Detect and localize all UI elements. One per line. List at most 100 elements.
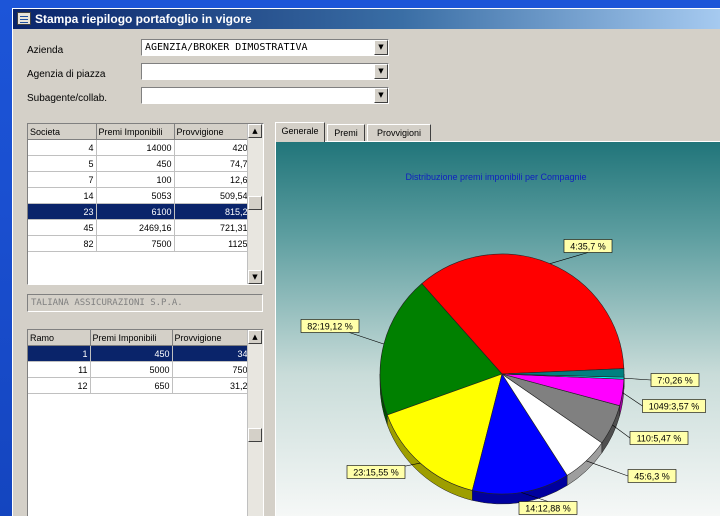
col-provvigione[interactable]: Provvigione — [174, 124, 251, 140]
table-row[interactable]: 23 6100 815,2 — [28, 203, 251, 220]
table-cell[interactable]: 12,6 — [174, 171, 251, 188]
agenzia-combo[interactable]: ▼ — [141, 63, 389, 80]
table-cell[interactable]: 14000 — [96, 139, 175, 156]
branches-scrollbar[interactable]: ▲ — [247, 330, 263, 516]
pie-label: 110:5,47 % — [629, 431, 689, 445]
table-cell[interactable]: 31,2 — [172, 377, 251, 394]
table-cell[interactable]: 7500 — [96, 235, 175, 252]
table-cell[interactable]: 34 — [172, 345, 251, 362]
scroll-down-icon[interactable]: ▼ — [248, 270, 262, 284]
scroll-up-icon[interactable]: ▲ — [248, 124, 262, 138]
scroll-thumb[interactable] — [248, 428, 262, 442]
table-cell[interactable]: 4 — [28, 139, 97, 156]
pie-label-text: 82:19,12 % — [307, 322, 353, 332]
table-cell[interactable]: 11 — [28, 361, 91, 378]
selected-company-name: TALIANA ASSICURAZIONI S.P.A. — [27, 294, 263, 312]
table-row[interactable]: 12 650 31,2 — [28, 377, 251, 394]
scroll-up-icon[interactable]: ▲ — [248, 330, 262, 344]
branches-header-row: Ramo Premi Imponibili Provvigione — [28, 330, 251, 346]
table-cell[interactable]: 1125 — [174, 235, 251, 252]
pie-label: 1049:3,57 % — [642, 399, 706, 413]
table-cell[interactable]: 82 — [28, 235, 97, 252]
tab-premi[interactable]: Premi — [327, 124, 365, 141]
branches-grid[interactable]: Ramo Premi Imponibili Provvigione 1 450 34… — [27, 329, 264, 516]
table-cell[interactable]: 450 — [90, 345, 173, 362]
table-cell[interactable]: 650 — [90, 377, 173, 394]
tab-generale[interactable]: Generale — [275, 122, 325, 142]
col-provvigione-ramo[interactable]: Provvigione — [172, 330, 251, 346]
subagente-combo[interactable]: ▼ — [141, 87, 389, 104]
pie-label-text: 14:12,88 % — [525, 504, 571, 514]
table-cell[interactable]: 420 — [174, 139, 251, 156]
table-cell[interactable]: 23 — [28, 203, 97, 220]
leader-line — [623, 377, 652, 381]
scroll-thumb[interactable] — [248, 196, 262, 210]
azienda-value: AGENZIA/BROKER DIMOSTRATIVA — [145, 42, 308, 53]
pie-label-text: 23:15,55 % — [353, 468, 399, 478]
pie-label-text: 110:5,47 % — [637, 434, 682, 444]
table-row[interactable]: 4 14000 420 — [28, 139, 251, 156]
azienda-dropdown-icon[interactable]: ▼ — [374, 40, 388, 55]
table-cell[interactable]: 7 — [28, 171, 97, 188]
pie-chart: Distribuzione premi imponibili per Compa… — [300, 172, 706, 515]
pie-label-text: 4:35,7 % — [570, 242, 606, 252]
table-row[interactable]: 14 5053 509,54 — [28, 187, 251, 204]
branches-table: Ramo Premi Imponibili Provvigione 1 450 34… — [28, 330, 251, 394]
leader-line — [549, 252, 589, 264]
table-row[interactable]: 11 5000 750 — [28, 361, 251, 378]
table-cell[interactable]: 5 — [28, 155, 97, 172]
table-cell[interactable]: 14 — [28, 187, 97, 204]
title-bar[interactable]: Stampa riepilogo portafoglio in vigore — [13, 9, 720, 29]
col-premi-imponibili[interactable]: Premi Imponibili — [96, 124, 175, 140]
table-cell[interactable]: 74,7 — [174, 155, 251, 172]
table-cell[interactable]: 6100 — [96, 203, 175, 220]
agenzia-dropdown-icon[interactable]: ▼ — [374, 64, 388, 79]
companies-grid[interactable]: Societa Premi Imponibili Provvigione 4 14… — [27, 123, 264, 285]
table-cell[interactable]: 45 — [28, 219, 97, 236]
companies-scrollbar[interactable]: ▲ ▼ — [247, 124, 263, 284]
main-window: Stampa riepilogo portafoglio in vigore A… — [12, 8, 720, 516]
azienda-combo[interactable]: AGENZIA/BROKER DIMOSTRATIVA ▼ — [141, 39, 389, 56]
pie-label: 4:35,7 % — [563, 239, 613, 253]
col-premi-imponibili-ramo[interactable]: Premi Imponibili — [90, 330, 173, 346]
table-cell[interactable]: 815,2 — [174, 203, 251, 220]
table-row[interactable]: 5 450 74,7 — [28, 155, 251, 172]
chart-panel: Distribuzione premi imponibili per Compa… — [275, 141, 720, 516]
table-cell[interactable]: 2469,16 — [96, 219, 175, 236]
table-cell[interactable]: 5000 — [90, 361, 173, 378]
pie-label: 14:12,88 % — [518, 501, 578, 515]
subagente-dropdown-icon[interactable]: ▼ — [374, 88, 388, 103]
table-cell[interactable]: 509,54 — [174, 187, 251, 204]
table-row[interactable]: 1 450 34 — [28, 345, 251, 362]
agenzia-label: Agenzia di piazza — [27, 69, 106, 80]
pie-label-text: 45:6,3 % — [634, 472, 670, 482]
tab-provvigioni[interactable]: Provvigioni — [367, 124, 431, 141]
companies-table: Societa Premi Imponibili Provvigione 4 14… — [28, 124, 251, 252]
pie-label: 23:15,55 % — [346, 465, 406, 479]
pie-label: 82:19,12 % — [300, 319, 360, 333]
pie-label-text: 1049:3,57 % — [649, 402, 700, 412]
table-cell[interactable]: 100 — [96, 171, 175, 188]
table-cell[interactable]: 5053 — [96, 187, 175, 204]
table-cell[interactable]: 12 — [28, 377, 91, 394]
pie-label-text: 7:0,26 % — [657, 376, 693, 386]
pie-label: 7:0,26 % — [650, 373, 700, 387]
leader-line — [586, 460, 629, 477]
leader-line — [612, 424, 631, 439]
table-row[interactable]: 7 100 12,6 — [28, 171, 251, 188]
azienda-label: Azienda — [27, 45, 64, 56]
col-societa[interactable]: Societa — [28, 124, 97, 140]
window-title: Stampa riepilogo portafoglio in vigore — [35, 12, 252, 26]
table-cell[interactable]: 1 — [28, 345, 91, 362]
table-cell[interactable]: 721,31 — [174, 219, 251, 236]
leader-line — [622, 392, 643, 407]
table-cell[interactable]: 750 — [172, 361, 251, 378]
table-row[interactable]: 45 2469,16 721,31 — [28, 219, 251, 236]
table-row[interactable]: 82 7500 1125 — [28, 235, 251, 252]
table-cell[interactable]: 450 — [96, 155, 175, 172]
companies-header-row: Societa Premi Imponibili Provvigione — [28, 124, 251, 140]
chart-title: Distribuzione premi imponibili per Compa… — [405, 172, 586, 182]
app-icon — [17, 12, 31, 25]
pie-label: 45:6,3 % — [627, 469, 677, 483]
col-ramo[interactable]: Ramo — [28, 330, 91, 346]
